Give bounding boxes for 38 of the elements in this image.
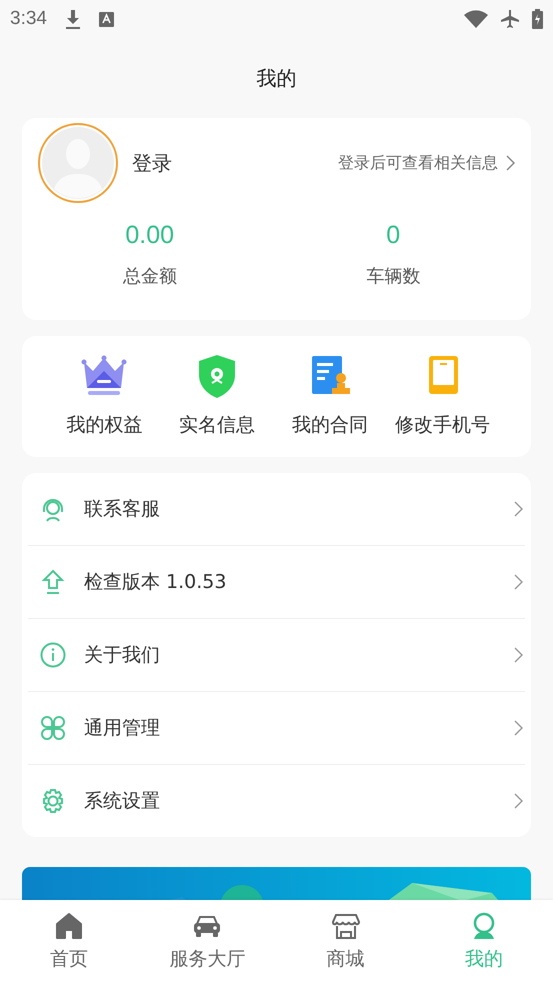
tab-item[interactable]: 服务大厅 — [138, 900, 276, 984]
stat-value: 0 — [386, 221, 400, 250]
keyboard-letter-icon — [98, 12, 114, 26]
shortcut-item[interactable]: 修改手机号 — [386, 336, 499, 457]
stat-value: 0.00 — [125, 221, 174, 250]
store-icon — [332, 912, 360, 940]
menu-item[interactable]: 检查版本 1.0.53 — [28, 546, 525, 619]
download-icon — [64, 9, 81, 29]
chevron-icon — [514, 501, 523, 517]
info-icon — [40, 642, 66, 668]
menu-item[interactable]: 关于我们 — [28, 619, 525, 692]
crown-icon — [80, 354, 128, 398]
chevron-icon — [506, 155, 515, 171]
chevron-icon — [514, 647, 523, 663]
menu-item[interactable]: 联系客服 — [28, 473, 525, 546]
upload-arrow-icon — [40, 568, 66, 596]
tab-item[interactable]: 商城 — [276, 900, 415, 984]
stat-label: 车辆数 — [366, 265, 420, 288]
shortcut-item[interactable]: 实名信息 — [160, 336, 274, 457]
login-hint-link[interactable]: 登录后可查看相关信息 — [338, 152, 515, 174]
chevron-icon — [514, 793, 523, 809]
battery-icon — [532, 9, 543, 29]
stat-label: 总金额 — [122, 265, 177, 288]
login-link[interactable]: 登录 — [132, 150, 172, 176]
tab-item[interactable]: 首页 — [0, 900, 138, 984]
status-time: 3:34 — [10, 8, 47, 30]
shortcut-item[interactable]: 我的权益 — [48, 336, 161, 457]
shortcut-item[interactable]: 我的合同 — [274, 336, 386, 457]
page-title: 我的 — [256, 64, 296, 92]
chevron-icon — [514, 720, 523, 736]
settings-icon — [40, 788, 66, 814]
clover-icon — [40, 714, 66, 742]
chevron-icon — [514, 574, 523, 590]
wifi-icon — [464, 10, 488, 28]
menu-item[interactable]: 通用管理 — [28, 692, 525, 765]
airplane-icon — [500, 9, 520, 29]
home-icon — [55, 912, 84, 940]
menu-item[interactable]: 系统设置 — [28, 765, 525, 837]
